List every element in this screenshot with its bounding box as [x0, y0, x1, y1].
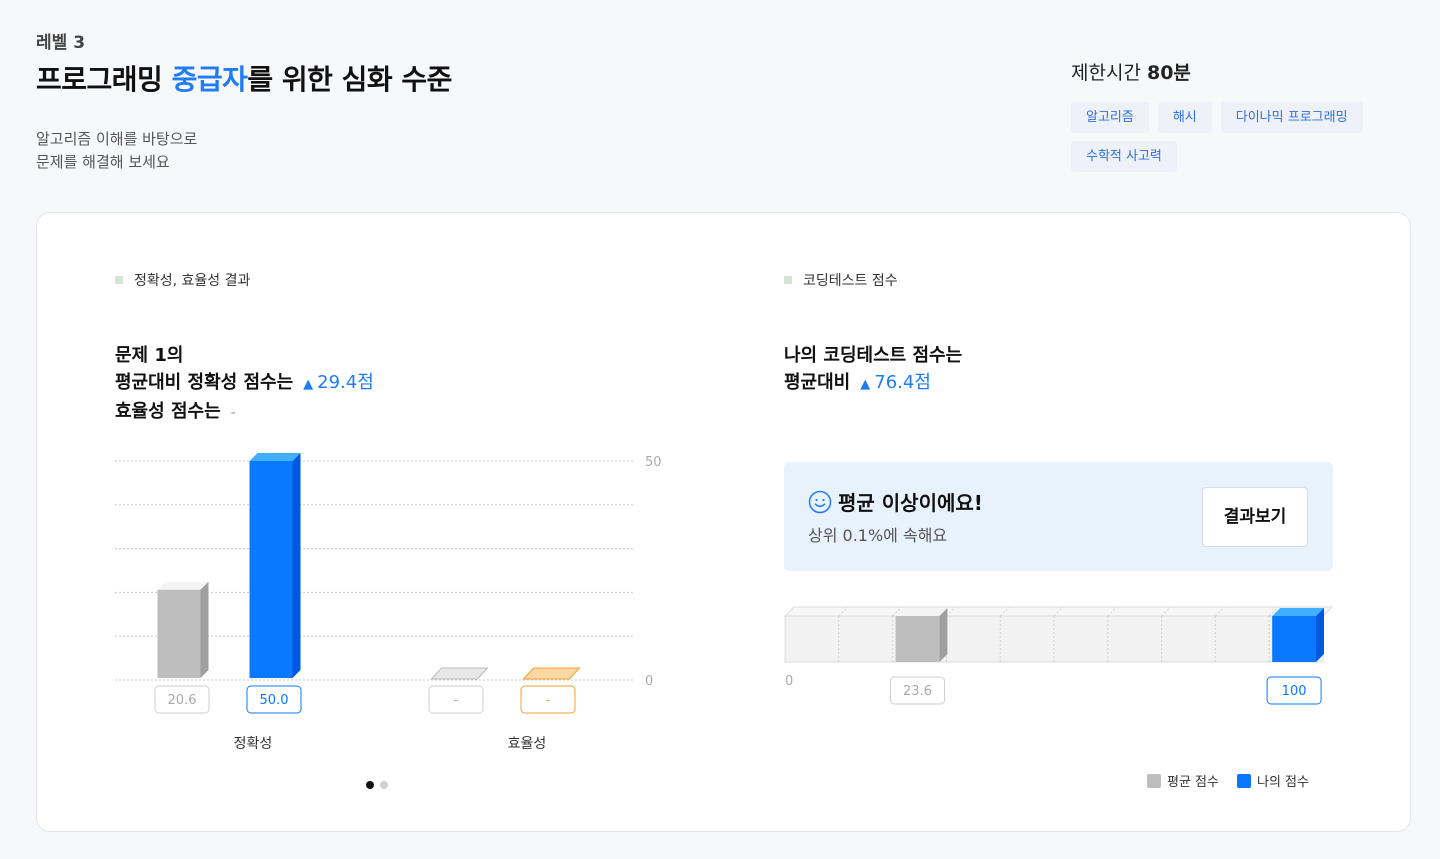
chart-legend: 평균 점수 나의 점수	[1147, 771, 1309, 790]
average-score-label: 23.6	[903, 684, 932, 699]
title-highlight: 중급자	[171, 63, 248, 96]
axis-min-label: 0	[785, 674, 793, 689]
view-result-button[interactable]: 결과보기	[1202, 487, 1308, 547]
average-bar	[157, 589, 201, 678]
average-bar-empty	[430, 667, 489, 680]
description-line-1: 알고리즘 이해를 바탕으로	[36, 130, 198, 148]
status-title-text: 평균 이상이에요!	[838, 491, 983, 515]
average-value-label: -	[454, 693, 459, 708]
my-value-label: 50.0	[260, 693, 289, 708]
my-score-label: 100	[1282, 684, 1307, 699]
average-bar-top	[157, 581, 209, 590]
pagination-dot-2[interactable]	[380, 781, 388, 789]
legend-average-label: 평균 점수	[1167, 775, 1219, 790]
average-value-label: 20.6	[168, 693, 197, 708]
legend-mine-swatch	[1236, 773, 1251, 788]
legend-average: 평균 점수	[1147, 771, 1219, 790]
legend-mine-label: 나의 점수	[1256, 775, 1309, 790]
tag-hash[interactable]: 해시	[1157, 102, 1212, 133]
my-value-label: -	[546, 693, 551, 708]
tag-algorithm[interactable]: 알고리즘	[1071, 102, 1149, 133]
x-category-label: 정확성	[234, 736, 273, 752]
title-suffix: 를 위한 심화 수준	[247, 63, 452, 96]
x-category-label: 효율성	[508, 736, 547, 752]
time-limit-value: 80분	[1146, 62, 1191, 84]
status-subtitle: 상위 0.1%에 속해요	[808, 526, 948, 545]
my-score-marker-side	[1316, 608, 1324, 662]
time-limit: 제한시간 80분	[1071, 58, 1191, 85]
pagination-dot-1[interactable]	[366, 781, 374, 789]
average-score-marker-top	[895, 608, 948, 616]
my-bar	[249, 461, 293, 678]
my-bar-empty	[522, 667, 581, 680]
page-title: 프로그래밍 중급자를 위한 심화 수준	[36, 58, 452, 98]
tag-dynamic-programming[interactable]: 다이나믹 프로그래밍	[1220, 102, 1363, 133]
my-score-marker-top	[1272, 608, 1324, 616]
track	[784, 615, 1324, 663]
status-box: 평균 이상이에요! 상위 0.1%에 속해요 결과보기	[784, 462, 1333, 571]
track-top	[783, 606, 1334, 617]
legend-average-swatch	[1147, 773, 1161, 788]
level-label: 레벨 3	[36, 33, 86, 53]
tag-math-thinking[interactable]: 수학적 사고력	[1071, 141, 1177, 172]
my-bar-side	[292, 453, 301, 678]
smile-icon	[808, 490, 832, 513]
description: 알고리즘 이해를 바탕으로 문제를 해결해 보세요	[36, 128, 197, 174]
average-bar-side	[200, 581, 209, 678]
legend-mine: 나의 점수	[1236, 771, 1309, 790]
tag-list: 알고리즘 해시 다이나믹 프로그래밍 수학적 사고력	[1071, 102, 1401, 172]
pagination-dots	[366, 781, 388, 789]
average-score-marker	[895, 616, 940, 662]
my-score-marker	[1272, 616, 1316, 662]
description-line-2: 문제를 해결해 보세요	[36, 153, 170, 171]
result-card: 정확성, 효율성 결과 문제 1의 평균대비 정확성 점수는 ▲ 29.4점 효율성…	[36, 212, 1411, 832]
y-tick-label: 50	[645, 455, 662, 470]
y-tick-label: 0	[645, 674, 653, 689]
average-score-marker-side	[939, 608, 948, 662]
my-bar-top	[249, 453, 301, 461]
title-prefix: 프로그래밍	[36, 63, 172, 96]
status-title: 평균 이상이에요!	[808, 487, 983, 516]
time-limit-label: 제한시간	[1071, 62, 1141, 84]
